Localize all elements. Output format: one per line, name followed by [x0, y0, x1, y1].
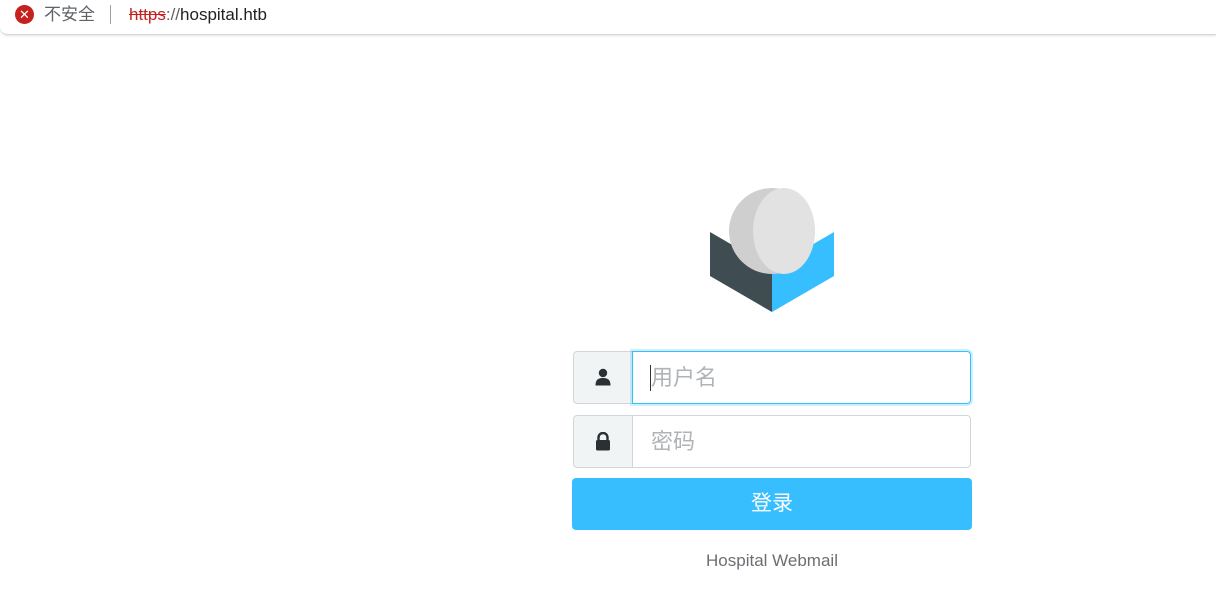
login-button[interactable]: 登录	[572, 478, 972, 530]
url-separator: ://	[165, 5, 181, 24]
footer-title: Hospital Webmail	[706, 551, 838, 570]
url-scheme: https	[129, 5, 166, 24]
not-secure-error-icon[interactable]: ✕	[15, 5, 34, 24]
username-addon	[573, 351, 632, 404]
roundcube-logo-icon	[710, 188, 834, 312]
password-addon	[573, 415, 632, 468]
username-input[interactable]: 用户名	[632, 351, 971, 404]
url-host: hospital.htb	[180, 5, 267, 24]
password-placeholder: 密码	[651, 429, 696, 454]
username-placeholder: 用户名	[651, 365, 718, 390]
not-secure-label[interactable]: 不安全	[44, 5, 95, 25]
username-field-group: 用户名	[573, 351, 971, 404]
password-field-group: 密码	[573, 415, 971, 468]
password-input[interactable]: 密码	[632, 415, 971, 468]
address-bar-divider	[110, 5, 111, 24]
url-text[interactable]: https://hospital.htb	[129, 5, 267, 25]
user-icon	[595, 368, 611, 386]
browser-address-bar[interactable]: ✕ 不安全 https://hospital.htb	[0, 0, 1216, 35]
lock-icon	[596, 432, 610, 451]
